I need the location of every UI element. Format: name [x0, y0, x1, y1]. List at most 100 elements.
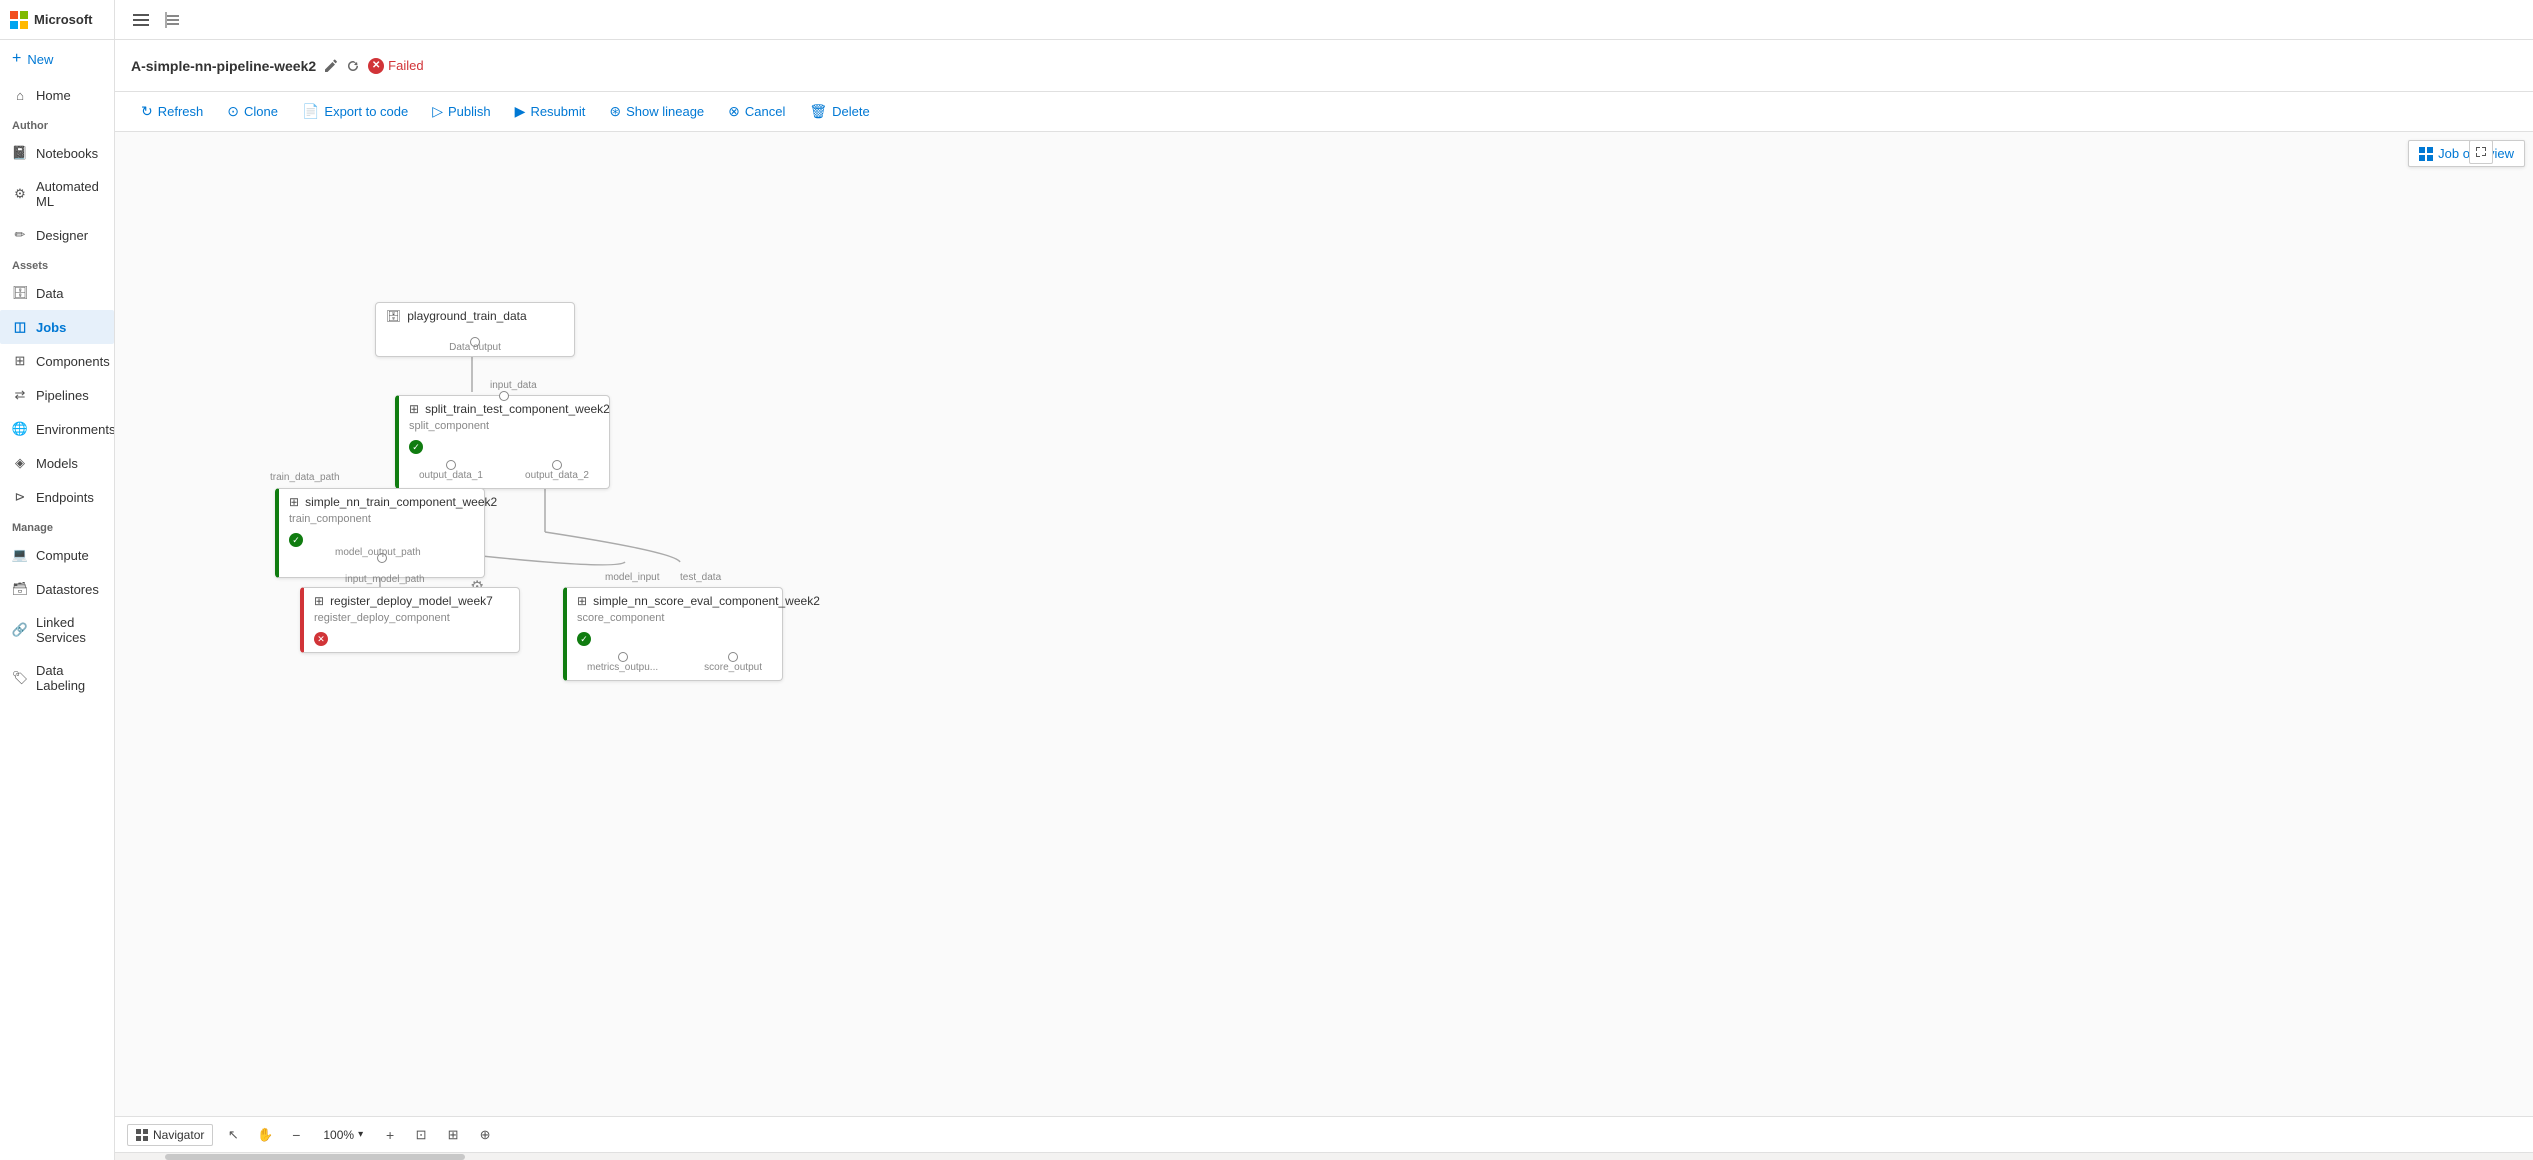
expand-icon[interactable]: [2469, 140, 2493, 164]
sidebar-item-environments[interactable]: 🌐 Environments: [0, 412, 114, 446]
zoom-out-button[interactable]: −: [285, 1124, 307, 1146]
sidebar-item-jobs[interactable]: ◫ Jobs: [0, 310, 114, 344]
data-labeling-icon: 🏷: [12, 670, 28, 686]
horizontal-scrollbar[interactable]: [115, 1152, 2533, 1160]
notebooks-icon: 📓: [12, 145, 28, 161]
delete-button[interactable]: 🗑 Delete: [799, 98, 879, 125]
pipeline-title: A-simple-nn-pipeline-week2: [131, 58, 316, 74]
score-status-icon: ✓: [577, 632, 591, 646]
register-input-label: input_model_path: [345, 574, 425, 585]
train-input-label: train_data_path: [270, 472, 340, 483]
minimap-button[interactable]: ⊕: [473, 1123, 497, 1147]
status-x-icon: ✕: [368, 58, 384, 74]
sidebar-item-data-labeling[interactable]: 🏷 Data Labeling: [0, 654, 114, 702]
designer-icon: ✏: [12, 227, 28, 243]
split-status-icon: ✓: [409, 440, 423, 454]
node-register-header: ⊞ register_deploy_model_week7: [304, 588, 519, 612]
grid-button[interactable]: ⊞: [441, 1123, 465, 1147]
bottom-bar: Navigator ↖ ✋ − 100% ▾ + ⊡ ⊞ ⊕: [115, 1116, 2533, 1152]
node-header: 🗄 playground_train_data: [376, 303, 574, 327]
cancel-icon: ⊗: [728, 103, 740, 120]
clone-button[interactable]: ⊙ Clone: [217, 98, 288, 125]
export-to-code-button[interactable]: 📄 Export to code: [292, 98, 418, 125]
sidebar-item-designer[interactable]: ✏ Designer: [0, 218, 114, 252]
automated-ml-icon: ⚙: [12, 186, 28, 202]
publish-button[interactable]: ▷ Publish: [422, 98, 500, 125]
sidebar-item-notebooks[interactable]: 📓 Notebooks: [0, 136, 114, 170]
zoom-level: 100% ▾: [315, 1128, 371, 1142]
main-content: A-simple-nn-pipeline-week2 ✕ Failed ↻ Re…: [115, 0, 2533, 1160]
sidebar-item-automated-ml[interactable]: ⚙ Automated ML: [0, 170, 114, 218]
pipeline-status: ✕ Failed: [368, 58, 423, 74]
node-train-header: ⊞ simple_nn_train_component_week2: [279, 489, 484, 513]
node-split-header: ⊞ split_train_test_component_week2: [399, 396, 609, 420]
node-split[interactable]: ⊞ split_train_test_component_week2 split…: [395, 395, 610, 489]
node-score-subtitle: score_component: [567, 612, 782, 630]
node-playground-train-data[interactable]: 🗄 playground_train_data Data output: [375, 302, 575, 357]
sidebar-toggle-button[interactable]: [127, 6, 155, 34]
node-score[interactable]: ⊞ simple_nn_score_eval_component_week2 s…: [563, 587, 783, 681]
select-tool-button[interactable]: ↖: [221, 1123, 245, 1147]
data-node-icon: 🗄: [386, 309, 401, 323]
navigator-button[interactable]: Navigator: [127, 1124, 213, 1146]
sidebar-item-pipelines[interactable]: ⇄ Pipelines: [0, 378, 114, 412]
refresh-title-button[interactable]: [346, 59, 360, 73]
toolbar: ↻ Refresh ⊙ Clone 📄 Export to code ▷ Pub…: [115, 92, 2533, 132]
pipeline-canvas-area[interactable]: 🗄 playground_train_data Data output ⊞ sp…: [115, 132, 2533, 1116]
edit-title-button[interactable]: [324, 59, 338, 73]
pipeline-header: A-simple-nn-pipeline-week2 ✕ Failed: [115, 40, 2533, 92]
register-node-icon: ⊞: [314, 594, 324, 608]
refresh-button[interactable]: ↻ Refresh: [131, 98, 213, 125]
compute-icon: 💻: [12, 547, 28, 563]
pipelines-icon: ⇄: [12, 387, 28, 403]
train-node-icon: ⊞: [289, 495, 299, 509]
sidebar-item-endpoints[interactable]: ⊳ Endpoints: [0, 480, 114, 514]
zoom-in-button[interactable]: +: [379, 1124, 401, 1146]
job-overview-button[interactable]: Job overview: [2408, 140, 2525, 167]
author-section-label: Author: [0, 112, 114, 136]
cancel-button[interactable]: ⊗ Cancel: [718, 98, 795, 125]
plus-icon: +: [12, 50, 21, 68]
refresh-icon: ↻: [141, 103, 153, 120]
sidebar-item-home[interactable]: ⌂ Home: [0, 78, 114, 112]
export-icon: 📄: [302, 103, 319, 120]
datastores-icon: 🗃: [12, 581, 28, 597]
microsoft-logo: Microsoft: [10, 11, 93, 29]
node-score-header: ⊞ simple_nn_score_eval_component_week2: [567, 588, 782, 612]
delete-icon: 🗑: [809, 103, 827, 120]
node-train-subtitle: train_component: [279, 513, 484, 531]
sidebar-item-compute[interactable]: 💻 Compute: [0, 538, 114, 572]
sidebar-item-models[interactable]: ◈ Models: [0, 446, 114, 480]
lineage-icon: ⊛: [609, 103, 621, 120]
sidebar-header: Microsoft: [0, 0, 114, 40]
sidebar-item-data[interactable]: 🗄 Data: [0, 276, 114, 310]
score-model-input-label: model_input: [605, 572, 659, 583]
train-status-icon: ✓: [289, 533, 303, 547]
resubmit-button[interactable]: ▶ Resubmit: [505, 98, 596, 125]
new-button[interactable]: + New: [0, 40, 114, 78]
pipeline-settings-button[interactable]: [159, 6, 187, 34]
scrollbar-thumb[interactable]: [165, 1154, 465, 1160]
endpoints-icon: ⊳: [12, 489, 28, 505]
pan-tool-button[interactable]: ✋: [253, 1123, 277, 1147]
node-split-status: ✓: [399, 438, 609, 460]
jobs-icon: ◫: [12, 319, 28, 335]
sidebar-item-components[interactable]: ⊞ Components: [0, 344, 114, 378]
score-test-data-label: test_data: [680, 572, 721, 583]
publish-icon: ▷: [432, 103, 443, 120]
show-lineage-button[interactable]: ⊛ Show lineage: [599, 98, 714, 125]
node-train[interactable]: ⊞ simple_nn_train_component_week2 train_…: [275, 488, 485, 578]
zoom-dropdown-icon: ▾: [358, 1129, 363, 1140]
register-status-icon: ✕: [314, 632, 328, 646]
fit-view-button[interactable]: ⊡: [409, 1123, 433, 1147]
topbar: [115, 0, 2533, 40]
manage-section-label: Manage: [0, 514, 114, 538]
assets-section-label: Assets: [0, 252, 114, 276]
sidebar-item-linked-services[interactable]: 🔗 Linked Services: [0, 606, 114, 654]
resubmit-icon: ▶: [515, 103, 526, 120]
sidebar: Microsoft + New ⌂ Home Author 📓 Notebook…: [0, 0, 115, 1160]
home-icon: ⌂: [12, 87, 28, 103]
sidebar-item-datastores[interactable]: 🗃 Datastores: [0, 572, 114, 606]
models-icon: ◈: [12, 455, 28, 471]
node-register[interactable]: ⊞ register_deploy_model_week7 register_d…: [300, 587, 520, 653]
